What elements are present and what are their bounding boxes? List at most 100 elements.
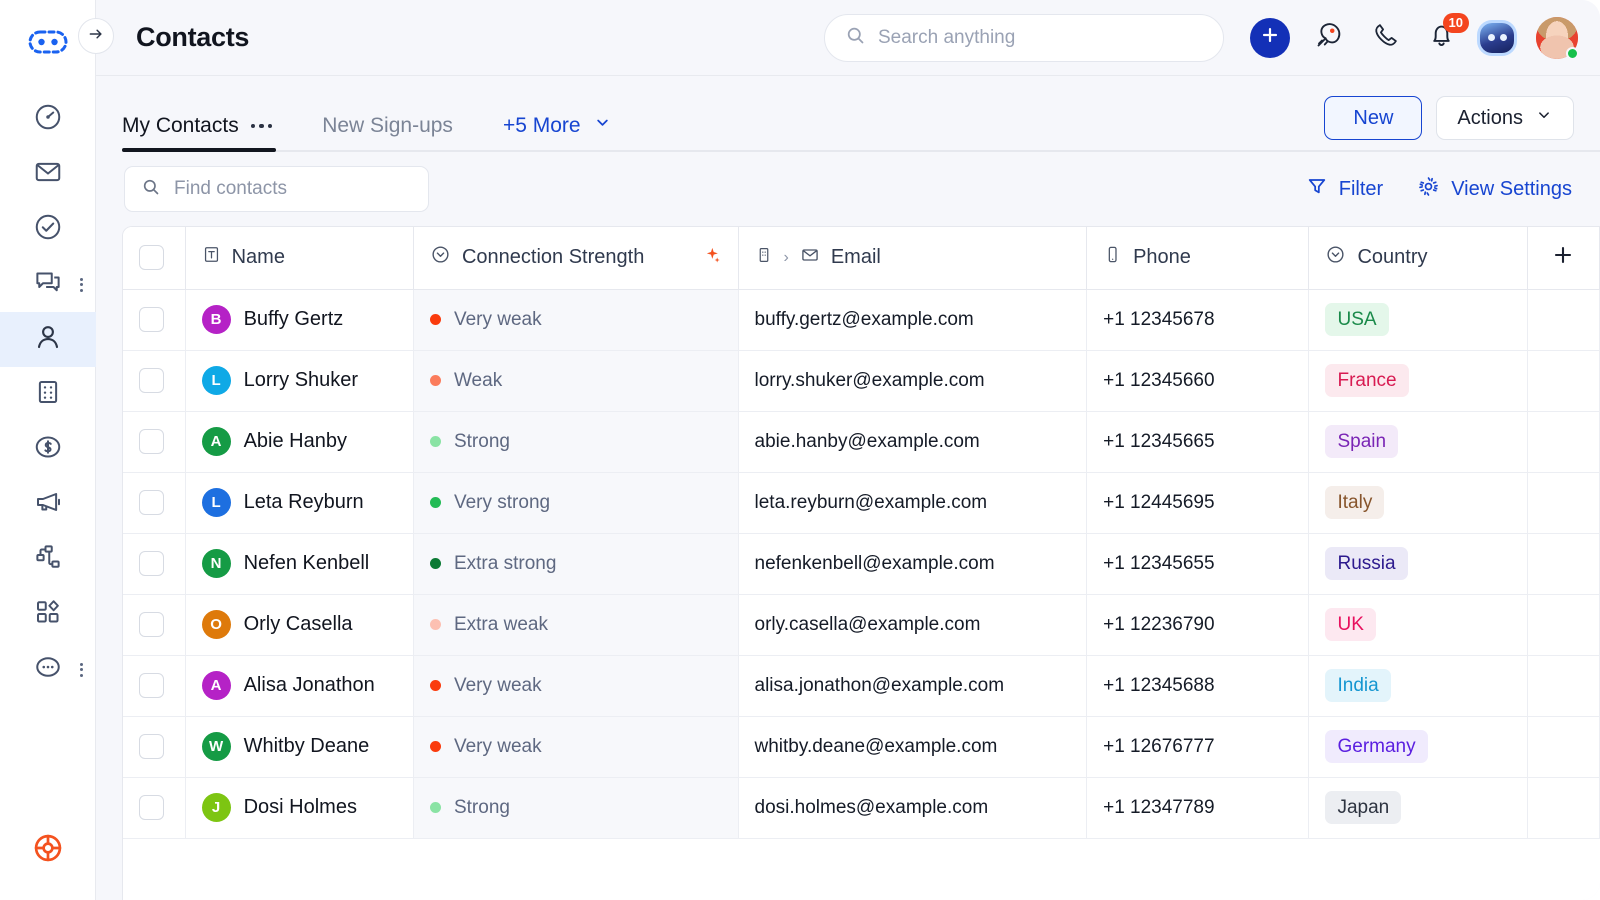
cell-name[interactable]: A Alisa Jonathon <box>185 655 414 717</box>
cell-name[interactable]: L Lorry Shuker <box>185 350 414 412</box>
row-select-cell[interactable] <box>123 533 186 595</box>
rocket-button[interactable] <box>1312 21 1346 55</box>
quick-add-button[interactable] <box>1250 17 1290 58</box>
row-checkbox[interactable] <box>139 368 164 393</box>
cell-connection-strength[interactable]: Strong <box>413 777 739 839</box>
cell-name[interactable]: L Leta Reyburn <box>185 472 414 534</box>
sidebar-item-mail[interactable] <box>0 147 96 202</box>
cell-phone[interactable]: +1 12445695 <box>1086 472 1310 534</box>
cell-phone[interactable]: +1 12345655 <box>1086 533 1310 595</box>
sidebar-item-more[interactable] <box>0 642 96 697</box>
tab-options-icon[interactable] <box>250 123 273 129</box>
cell-name[interactable]: J Dosi Holmes <box>185 777 414 839</box>
row-checkbox[interactable] <box>139 429 164 454</box>
cell-connection-strength[interactable]: Strong <box>413 411 739 473</box>
table-row[interactable]: N Nefen Kenbell Extra strong nefenkenbell@e… <box>123 533 1600 595</box>
sidebar-more-kebab-icon[interactable] <box>79 662 83 677</box>
cell-email[interactable]: orly.casella@example.com <box>738 594 1088 656</box>
view-settings-button[interactable]: View Settings <box>1417 175 1572 204</box>
sidebar-item-companies[interactable] <box>0 367 96 422</box>
row-select-cell[interactable] <box>123 777 186 839</box>
row-select-cell[interactable] <box>123 594 186 656</box>
table-row[interactable]: A Abie Hanby Strong abie.hanby@example.com +… <box>123 411 1600 473</box>
assistant-button[interactable] <box>1480 21 1514 55</box>
cell-country[interactable]: UK <box>1308 594 1528 656</box>
sidebar-item-apps[interactable] <box>0 587 96 642</box>
sidebar-item-workflows[interactable] <box>0 532 96 587</box>
filter-button[interactable]: Filter <box>1306 175 1383 203</box>
row-select-cell[interactable] <box>123 350 186 412</box>
table-row[interactable]: L Leta Reyburn Very strong leta.reyburn@exa… <box>123 472 1600 534</box>
cell-phone[interactable]: +1 12236790 <box>1086 594 1310 656</box>
help-button[interactable] <box>0 831 96 870</box>
cell-country[interactable]: Italy <box>1308 472 1528 534</box>
tab-my-contacts[interactable]: My Contacts <box>122 114 290 152</box>
search-input[interactable]: Search anything <box>824 13 1224 62</box>
header-add-column[interactable] <box>1527 227 1600 290</box>
cell-email[interactable]: alisa.jonathon@example.com <box>738 655 1088 717</box>
cell-country[interactable]: India <box>1308 655 1528 717</box>
header-connection-strength[interactable]: Connection Strength <box>413 227 739 290</box>
row-select-cell[interactable] <box>123 289 186 351</box>
new-button[interactable]: New <box>1324 96 1423 140</box>
cell-email[interactable]: buffy.gertz@example.com <box>738 289 1088 351</box>
sidebar-item-marketing[interactable] <box>0 477 96 532</box>
cell-country[interactable]: France <box>1308 350 1528 412</box>
row-checkbox[interactable] <box>139 490 164 515</box>
header-country[interactable]: Country <box>1308 227 1528 290</box>
cell-connection-strength[interactable]: Very strong <box>413 472 739 534</box>
cell-phone[interactable]: +1 12345665 <box>1086 411 1310 473</box>
cell-phone[interactable]: +1 12347789 <box>1086 777 1310 839</box>
sidebar-item-deals[interactable] <box>0 422 96 477</box>
tab-more-views[interactable]: +5 More <box>503 113 612 152</box>
avatar[interactable] <box>1536 16 1579 60</box>
cell-email[interactable]: abie.hanby@example.com <box>738 411 1088 473</box>
actions-button[interactable]: Actions <box>1436 96 1574 140</box>
table-row[interactable]: A Alisa Jonathon Very weak alisa.jonathon@e… <box>123 655 1600 717</box>
cell-email[interactable]: leta.reyburn@example.com <box>738 472 1088 534</box>
row-select-cell[interactable] <box>123 472 186 534</box>
cell-connection-strength[interactable]: Extra strong <box>413 533 739 595</box>
call-button[interactable] <box>1368 21 1402 55</box>
cell-connection-strength[interactable]: Weak <box>413 350 739 412</box>
cell-email[interactable]: dosi.holmes@example.com <box>738 777 1088 839</box>
table-row[interactable]: O Orly Casella Extra weak orly.casella@exam… <box>123 594 1600 656</box>
tab-new-signups[interactable]: New Sign-ups <box>322 114 471 152</box>
sidebar-chats-more-icon[interactable] <box>79 277 83 292</box>
cell-country[interactable]: Spain <box>1308 411 1528 473</box>
header-name[interactable]: Name <box>185 227 414 290</box>
header-select-all[interactable] <box>123 227 186 290</box>
cell-email[interactable]: nefenkenbell@example.com <box>738 533 1088 595</box>
cell-connection-strength[interactable]: Very weak <box>413 716 739 778</box>
table-row[interactable]: L Lorry Shuker Weak lorry.shuker@example.co… <box>123 350 1600 412</box>
cell-email[interactable]: whitby.deane@example.com <box>738 716 1088 778</box>
cell-country[interactable]: Russia <box>1308 533 1528 595</box>
cell-name[interactable]: O Orly Casella <box>185 594 414 656</box>
cell-phone[interactable]: +1 12345678 <box>1086 289 1310 351</box>
cell-country[interactable]: Germany <box>1308 716 1528 778</box>
row-select-cell[interactable] <box>123 655 186 717</box>
cell-phone[interactable]: +1 12676777 <box>1086 716 1310 778</box>
cell-name[interactable]: W Whitby Deane <box>185 716 414 778</box>
select-all-checkbox[interactable] <box>139 245 164 271</box>
cell-name[interactable]: B Buffy Gertz <box>185 289 414 351</box>
cell-connection-strength[interactable]: Very weak <box>413 655 739 717</box>
sidebar-item-tasks[interactable] <box>0 202 96 257</box>
sidebar-item-chats[interactable] <box>0 257 96 312</box>
cell-email[interactable]: lorry.shuker@example.com <box>738 350 1088 412</box>
cell-connection-strength[interactable]: Extra weak <box>413 594 739 656</box>
notifications-button[interactable]: 10 <box>1424 12 1469 55</box>
sidebar-collapse-button[interactable] <box>78 18 114 54</box>
row-checkbox[interactable] <box>139 673 164 698</box>
row-checkbox[interactable] <box>139 551 164 576</box>
row-select-cell[interactable] <box>123 716 186 778</box>
global-search[interactable]: Search anything <box>824 13 1224 62</box>
row-checkbox[interactable] <box>139 734 164 759</box>
cell-country[interactable]: USA <box>1308 289 1528 351</box>
cell-country[interactable]: Japan <box>1308 777 1528 839</box>
sidebar-item-dashboard[interactable] <box>0 92 96 147</box>
row-checkbox[interactable] <box>139 307 164 332</box>
cell-connection-strength[interactable]: Very weak <box>413 289 739 351</box>
header-email[interactable]: › Email <box>738 227 1088 290</box>
sidebar-item-contacts[interactable] <box>0 312 96 367</box>
